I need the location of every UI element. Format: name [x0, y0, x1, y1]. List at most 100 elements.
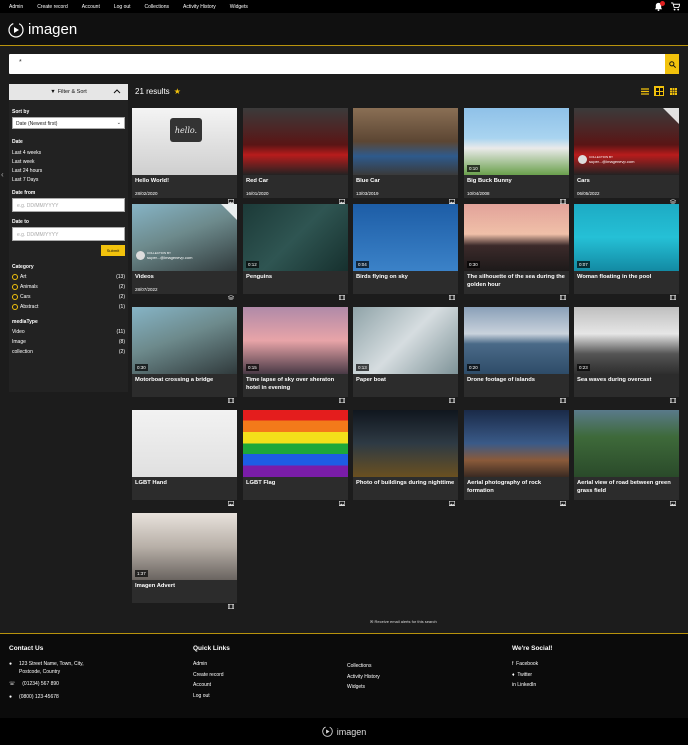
result-card[interactable]: COLLECTION BY super...@imagenevp.com Cars 0… [574, 108, 679, 205]
result-card[interactable]: Red Car 16/01/2020 [243, 108, 348, 205]
result-card[interactable]: 0:07 Woman floating in the pool [574, 204, 679, 301]
search-button[interactable] [665, 54, 679, 74]
result-thumbnail[interactable]: COLLECTION BY super...@imagenevp.com [574, 108, 679, 175]
social-linkedin[interactable]: LinkedIn [517, 682, 536, 688]
list-view-icon[interactable] [640, 86, 650, 96]
result-thumbnail[interactable] [353, 410, 458, 477]
category-animals[interactable]: Animals (2) [12, 284, 125, 290]
result-title[interactable]: Red Car [246, 178, 345, 186]
result-card[interactable]: 0:04 Birds flying on sky [353, 204, 458, 301]
imagen-logo[interactable]: imagen [8, 21, 77, 38]
result-title[interactable]: Sea waves during overcast [577, 377, 676, 385]
result-thumbnail[interactable] [464, 410, 569, 477]
nav-link-widgets[interactable]: Widgets [230, 4, 248, 10]
result-title[interactable]: Birds flying on sky [356, 274, 455, 282]
result-card[interactable]: 0:30 Motorboat crossing a bridge [132, 307, 237, 404]
result-card[interactable]: 0:10 Big Buck Bunny 10/04/2008 [464, 108, 569, 205]
footer-link-log-out[interactable]: Log out [193, 693, 230, 699]
social-facebook[interactable]: Facebook [516, 661, 538, 667]
result-title[interactable]: LGBT Flag [246, 480, 345, 488]
social-twitter[interactable]: Twitter [517, 672, 532, 678]
category-art[interactable]: Art (13) [12, 274, 125, 280]
result-title[interactable]: Motorboat crossing a bridge [135, 377, 234, 385]
date-option-last-24-hours[interactable]: Last 24 hours [12, 168, 125, 174]
result-title[interactable]: Imagen Advert [135, 583, 234, 591]
result-thumbnail[interactable] [132, 410, 237, 477]
footer-link-admin[interactable]: Admin [193, 661, 230, 667]
date-from-input[interactable]: e.g. DD/MM/YYYY [12, 198, 125, 212]
result-title[interactable]: Aerial view of road between green grass … [577, 480, 676, 496]
result-title[interactable]: Videos [135, 274, 234, 282]
result-card[interactable]: Aerial photography of rock formation [464, 410, 569, 507]
collection-corner-badge [663, 108, 679, 124]
nav-link-activity-history[interactable]: Activity History [183, 4, 216, 10]
result-title[interactable]: Penguins [246, 274, 345, 282]
result-card[interactable]: 0:15 Time lapse of sky over sheraton hote… [243, 307, 348, 404]
result-thumbnail[interactable] [574, 410, 679, 477]
result-card[interactable]: Photo of buildings during nighttime [353, 410, 458, 507]
category-cars[interactable]: Cars (2) [12, 294, 125, 300]
result-title[interactable]: LGBT Hand [135, 480, 234, 488]
nav-link-account[interactable]: Account [82, 4, 100, 10]
result-title[interactable]: Aerial photography of rock formation [467, 480, 566, 496]
result-thumbnail[interactable] [353, 108, 458, 175]
result-thumbnail[interactable] [243, 410, 348, 477]
footer-link-create-record[interactable]: Create record [193, 672, 230, 678]
result-thumbnail[interactable] [243, 108, 348, 175]
mediatype-image[interactable]: Image (8) [12, 339, 125, 345]
result-card[interactable]: COLLECTION BY super...@imagenevp.com Video… [132, 204, 237, 301]
search-input[interactable]: * [19, 59, 22, 66]
email-alerts-link[interactable]: ✉ Receive email alerts for this search [370, 619, 437, 624]
notification-bell-icon[interactable] [654, 1, 665, 11]
quick-links-title: Quick Links [193, 645, 230, 652]
star-icon[interactable]: ★ [174, 87, 181, 96]
sort-select[interactable]: Date (Newest first) ⌄ [12, 117, 125, 129]
result-card[interactable]: 1:37 Imagen Advert [132, 513, 237, 610]
date-option-last-7-days[interactable]: Last 7 Days [12, 177, 125, 183]
category-abstract[interactable]: Abstract (1) [12, 304, 125, 310]
result-card[interactable]: hello. Hello World! 28/02/2020 [132, 108, 237, 205]
date-option-last-week[interactable]: Last week [12, 159, 125, 165]
result-title[interactable]: The silhouette of the sea during the gol… [467, 274, 566, 290]
result-title[interactable]: Drone footage of islands [467, 377, 566, 385]
result-thumbnail[interactable]: COLLECTION BY super...@imagenevp.com [132, 204, 237, 271]
result-card[interactable]: 0:13 Paper boat [353, 307, 458, 404]
result-title[interactable]: Time lapse of sky over sheraton hotel in… [246, 377, 345, 393]
result-card[interactable]: 0:30 The silhouette of the sea during the… [464, 204, 569, 301]
footer-link-collections[interactable]: Collections [347, 663, 380, 669]
footer-link-widgets[interactable]: Widgets [347, 684, 380, 690]
result-card[interactable]: LGBT Hand [132, 410, 237, 507]
small-grid-view-icon[interactable] [668, 86, 678, 96]
result-title[interactable]: Big Buck Bunny [467, 178, 566, 186]
result-card[interactable]: 0:12 Penguins [243, 204, 348, 301]
video-type-icon [339, 390, 346, 404]
grid-view-icon[interactable] [654, 86, 664, 96]
result-title[interactable]: Blue Car [356, 178, 455, 186]
result-title[interactable]: Cars [577, 178, 676, 186]
footer-link-account[interactable]: Account [193, 682, 230, 688]
result-title[interactable]: Paper boat [356, 377, 455, 385]
mediatype-collection[interactable]: collection (2) [12, 349, 125, 355]
filter-sort-toggle[interactable]: ▼ Filter & Sort [9, 84, 128, 100]
result-card[interactable]: LGBT Flag [243, 410, 348, 507]
nav-link-collections[interactable]: Collections [145, 4, 169, 10]
nav-link-admin[interactable]: Admin [9, 4, 23, 10]
collection-corner-badge [221, 204, 237, 220]
result-card[interactable]: Aerial view of road between green grass … [574, 410, 679, 507]
result-card[interactable]: Blue Car 13/03/2019 [353, 108, 458, 205]
result-thumbnail[interactable]: hello. [132, 108, 237, 175]
result-card[interactable]: 0:23 Sea waves during overcast [574, 307, 679, 404]
sidebar-collapse-arrow[interactable]: ‹ [1, 170, 4, 179]
footer-link-activity-history[interactable]: Activity History [347, 674, 380, 680]
nav-link-log-out[interactable]: Log out [114, 4, 131, 10]
submit-button[interactable]: Submit [101, 245, 125, 256]
result-title[interactable]: Photo of buildings during nighttime [356, 480, 455, 488]
date-option-last-4-weeks[interactable]: Last 4 weeks [12, 150, 125, 156]
date-to-input[interactable]: e.g. DD/MM/YYYY [12, 227, 125, 241]
mediatype-video[interactable]: Video (11) [12, 329, 125, 335]
cart-icon[interactable] [671, 2, 681, 13]
result-title[interactable]: Woman floating in the pool [577, 274, 676, 282]
result-title[interactable]: Hello World! [135, 178, 234, 186]
nav-link-create-record[interactable]: Create record [37, 4, 68, 10]
result-card[interactable]: 0:20 Drone footage of islands [464, 307, 569, 404]
